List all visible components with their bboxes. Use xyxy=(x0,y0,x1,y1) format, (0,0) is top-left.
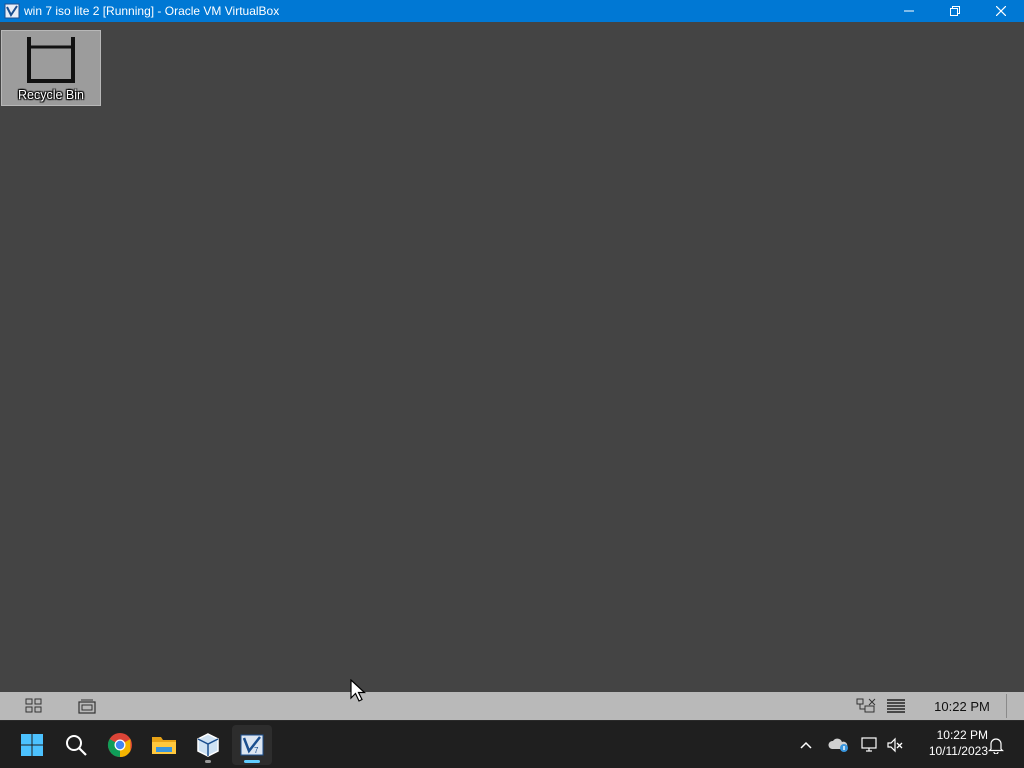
host-time: 10:22 PM xyxy=(936,728,988,742)
virtualbox-icon xyxy=(4,3,20,19)
svg-text:7: 7 xyxy=(254,746,259,755)
virtualbox-vm-icon[interactable]: 7 xyxy=(232,725,272,765)
vm-desktop[interactable]: Recycle Bin xyxy=(0,22,1024,692)
running-indicator xyxy=(205,760,211,763)
minimize-icon[interactable] xyxy=(886,0,932,22)
recycle-bin-icon xyxy=(27,37,75,83)
host-taskbar: 7 10:22 PM 10/11/2023 xyxy=(0,720,1024,768)
bell-icon[interactable] xyxy=(984,731,1008,759)
onedrive-icon[interactable] xyxy=(826,731,852,759)
restore-icon[interactable] xyxy=(932,0,978,22)
host-clock[interactable]: 10:22 PM 10/11/2023 xyxy=(912,727,988,763)
volume-muted-icon[interactable] xyxy=(884,731,908,759)
keyboard-icon[interactable] xyxy=(886,696,906,716)
close-icon[interactable] xyxy=(978,0,1024,22)
taskbar-divider xyxy=(1006,694,1007,718)
window-stack-icon[interactable] xyxy=(77,696,97,716)
desktop-icon-label: Recycle Bin xyxy=(18,88,84,102)
desktop-icon-recycle-bin[interactable]: Recycle Bin xyxy=(1,30,101,106)
search-icon[interactable] xyxy=(56,725,96,765)
tiles-icon[interactable] xyxy=(24,696,44,716)
chevron-up-icon[interactable] xyxy=(794,731,818,759)
network-icon[interactable] xyxy=(854,696,878,716)
guest-taskbar: 10:22 PM xyxy=(0,692,1024,720)
chrome-icon[interactable] xyxy=(100,725,140,765)
window-titlebar[interactable]: win 7 iso lite 2 [Running] - Oracle VM V… xyxy=(0,0,1024,22)
windows-start-icon[interactable] xyxy=(12,725,52,765)
virtualbox-manager-icon[interactable] xyxy=(188,725,228,765)
display-icon[interactable] xyxy=(858,731,882,759)
mouse-cursor-icon xyxy=(350,679,367,702)
active-indicator xyxy=(244,760,260,763)
host-date: 10/11/2023 xyxy=(928,744,988,758)
window-controls xyxy=(886,0,1024,22)
guest-clock[interactable]: 10:22 PM xyxy=(918,692,1006,720)
window-title: win 7 iso lite 2 [Running] - Oracle VM V… xyxy=(24,4,280,18)
folder-icon[interactable] xyxy=(144,725,184,765)
